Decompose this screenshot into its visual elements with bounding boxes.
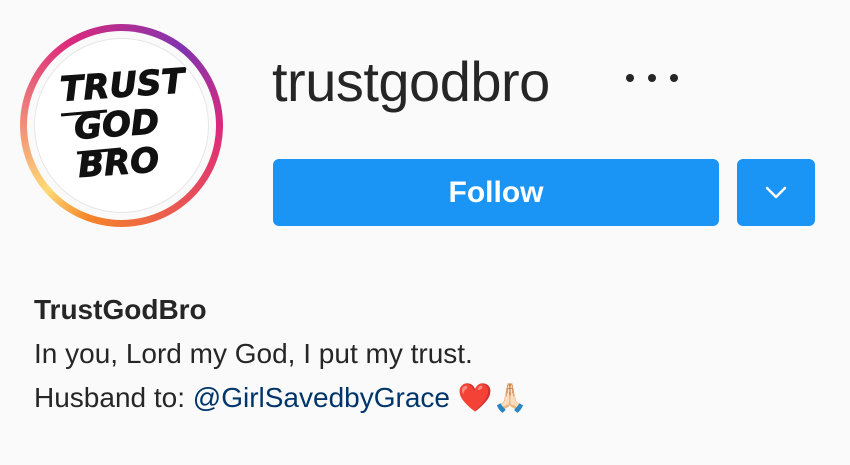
suggested-accounts-dropdown-button[interactable]: [737, 159, 815, 226]
mention-link[interactable]: @GirlSavedbyGrace: [193, 382, 450, 413]
avatar-story-ring[interactable]: TRUST GOD BRO: [20, 24, 223, 227]
bio-emoji: ❤️🙏🏻: [457, 382, 528, 413]
avatar-gap: TRUST GOD BRO: [27, 31, 216, 220]
more-options-icon[interactable]: [626, 58, 678, 98]
chevron-down-icon: [765, 186, 787, 198]
profile-bio: TrustGodBro In you, Lord my God, I put m…: [34, 288, 527, 420]
dot: [626, 74, 634, 82]
bio-prefix: Husband to:: [34, 382, 193, 413]
follow-button[interactable]: Follow: [273, 159, 719, 226]
dot: [648, 74, 656, 82]
svg-text:TRUST: TRUST: [58, 61, 188, 110]
svg-text:BRO: BRO: [76, 140, 160, 186]
avatar[interactable]: TRUST GOD BRO: [34, 38, 209, 213]
avatar-logo: TRUST GOD BRO: [58, 60, 189, 186]
profile-display-name: TrustGodBro: [34, 294, 207, 325]
bio-line: Husband to: @GirlSavedbyGrace ❤️🙏🏻: [34, 376, 527, 420]
bio-line: In you, Lord my God, I put my trust.: [34, 338, 473, 369]
profile-username: trustgodbro: [272, 50, 550, 113]
dot: [670, 74, 678, 82]
